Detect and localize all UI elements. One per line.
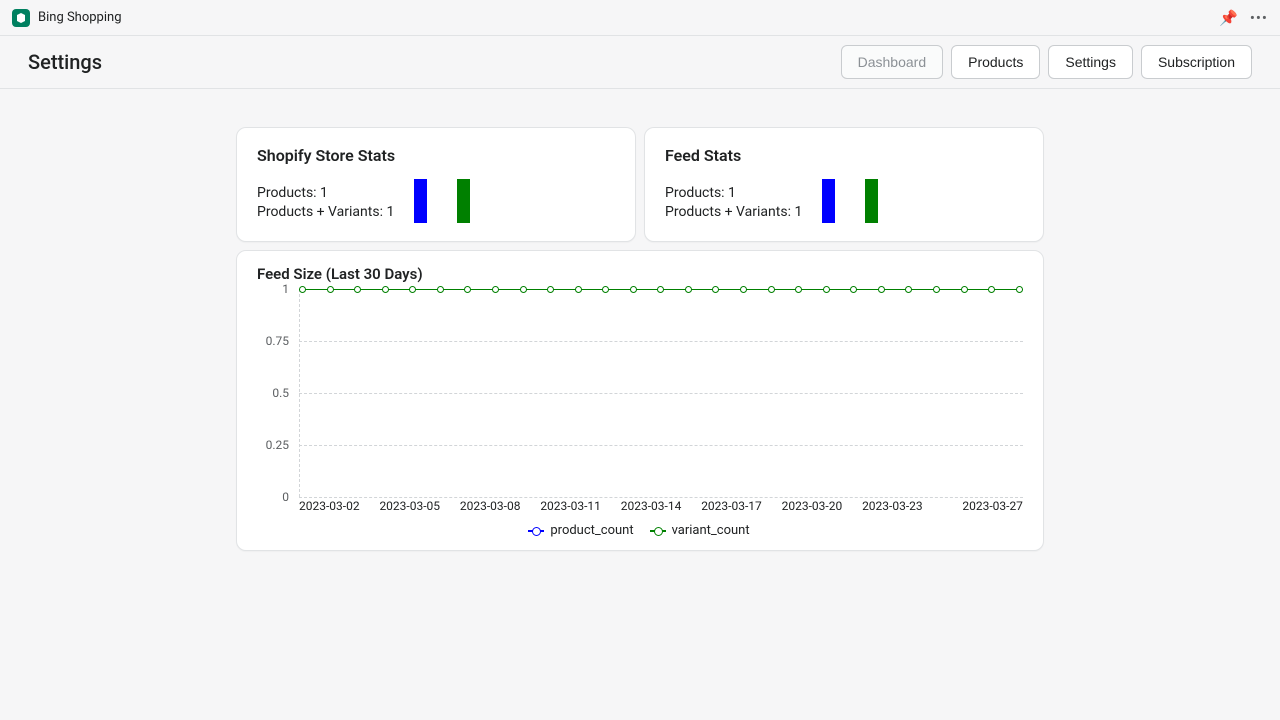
x-tick: 2023-03-14 <box>621 499 682 513</box>
chart-data-point <box>575 286 582 293</box>
feed-stats-card: Feed Stats Products: 1 Products + Varian… <box>644 127 1044 242</box>
page-title: Settings <box>28 50 102 74</box>
y-tick-0: 0 <box>282 490 289 504</box>
y-tick-1: 1 <box>282 282 289 296</box>
x-tick: 2023-03-08 <box>460 499 521 513</box>
chart-data-point <box>299 286 306 293</box>
chart-data-point <box>547 286 554 293</box>
feed-bar-variants <box>865 179 878 223</box>
app-icon <box>12 9 30 27</box>
chart-data-point <box>630 286 637 293</box>
grid-line <box>299 341 1023 342</box>
x-tick: 2023-03-05 <box>379 499 440 513</box>
chart-data-point <box>327 286 334 293</box>
feed-size-chart-card: Feed Size (Last 30 Days) 1 0.75 0.5 0.25… <box>236 250 1044 551</box>
chart-x-labels: 2023-03-02 2023-03-05 2023-03-08 2023-03… <box>299 499 1023 513</box>
top-bar-left: Bing Shopping <box>12 9 122 27</box>
chart-data-line <box>299 289 1023 293</box>
grid-line <box>299 393 1023 394</box>
y-tick-05: 0.5 <box>272 386 289 400</box>
chart-data-point <box>354 286 361 293</box>
store-stats-text: Products: 1 Products + Variants: 1 <box>257 184 394 223</box>
chart-data-point <box>382 286 389 293</box>
chart-data-point <box>823 286 830 293</box>
feed-products-label: Products: 1 <box>665 184 802 204</box>
legend-product-count[interactable]: product_count <box>528 523 633 538</box>
store-products-label: Products: 1 <box>257 184 394 204</box>
feed-size-chart-title: Feed Size (Last 30 Days) <box>257 265 1023 283</box>
legend-marker-icon <box>528 530 544 532</box>
more-icon[interactable]: ••• <box>1250 9 1268 27</box>
chart-data-point <box>492 286 499 293</box>
chart-data-point <box>712 286 719 293</box>
top-bar-right: 📌 ••• <box>1219 9 1268 27</box>
store-stats-title: Shopify Store Stats <box>257 146 615 165</box>
nav-dashboard[interactable]: Dashboard <box>841 45 944 79</box>
x-tick: 2023-03-27 <box>962 499 1023 513</box>
store-stats-card: Shopify Store Stats Products: 1 Products… <box>236 127 636 242</box>
chart-data-point <box>437 286 444 293</box>
feed-variants-label: Products + Variants: 1 <box>665 203 802 223</box>
feed-stats-text: Products: 1 Products + Variants: 1 <box>665 184 802 223</box>
nav-settings[interactable]: Settings <box>1048 45 1133 79</box>
legend-label: variant_count <box>672 523 750 538</box>
legend-label: product_count <box>550 523 633 538</box>
chart-data-point <box>850 286 857 293</box>
store-mini-chart <box>414 179 470 223</box>
grid-line <box>299 445 1023 446</box>
store-bar-variants <box>457 179 470 223</box>
legend-marker-icon <box>650 530 666 532</box>
y-tick-075: 0.75 <box>266 334 289 348</box>
x-tick: 2023-03-11 <box>540 499 601 513</box>
chart-data-point <box>657 286 664 293</box>
chart-data-point <box>961 286 968 293</box>
feed-size-chart-area: 1 0.75 0.5 0.25 0 <box>299 289 1023 497</box>
chart-data-point <box>602 286 609 293</box>
chart-data-point <box>768 286 775 293</box>
store-bar-products <box>414 179 427 223</box>
chart-data-point <box>740 286 747 293</box>
chart-data-point <box>795 286 802 293</box>
x-tick: 2023-03-17 <box>701 499 762 513</box>
app-title: Bing Shopping <box>38 10 122 25</box>
nav-buttons: Dashboard Products Settings Subscription <box>841 45 1252 79</box>
content: Shopify Store Stats Products: 1 Products… <box>0 89 1280 551</box>
nav-subscription[interactable]: Subscription <box>1141 45 1252 79</box>
feed-stats-body: Products: 1 Products + Variants: 1 <box>665 179 1023 223</box>
chart-data-point <box>1016 286 1023 293</box>
x-tick: 2023-03-23 <box>862 499 923 513</box>
nav-products[interactable]: Products <box>951 45 1040 79</box>
store-variants-label: Products + Variants: 1 <box>257 203 394 223</box>
chart-data-point <box>464 286 471 293</box>
chart-legend: product_count variant_count <box>255 523 1023 538</box>
chart-data-point <box>878 286 885 293</box>
chart-data-point <box>988 286 995 293</box>
chart-data-point <box>685 286 692 293</box>
x-tick: 2023-03-02 <box>299 499 360 513</box>
grid-line <box>299 497 1023 498</box>
top-bar: Bing Shopping 📌 ••• <box>0 0 1280 36</box>
header-row: Settings Dashboard Products Settings Sub… <box>0 36 1280 89</box>
feed-bar-products <box>822 179 835 223</box>
stats-cards-row: Shopify Store Stats Products: 1 Products… <box>236 127 1044 242</box>
chart-data-point <box>409 286 416 293</box>
legend-variant-count[interactable]: variant_count <box>650 523 750 538</box>
feed-mini-chart <box>822 179 878 223</box>
store-stats-body: Products: 1 Products + Variants: 1 <box>257 179 615 223</box>
feed-stats-title: Feed Stats <box>665 146 1023 165</box>
chart-data-point <box>933 286 940 293</box>
x-tick: 2023-03-20 <box>782 499 843 513</box>
pin-icon[interactable]: 📌 <box>1219 9 1238 27</box>
chart-data-point <box>520 286 527 293</box>
chart-data-point <box>905 286 912 293</box>
y-tick-025: 0.25 <box>266 438 289 452</box>
